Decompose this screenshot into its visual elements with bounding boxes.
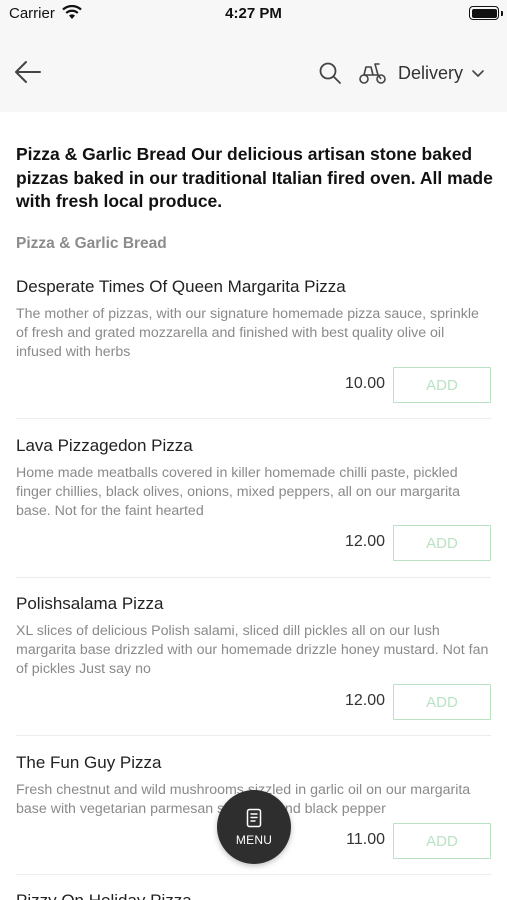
item-price-row: 12.00 ADD bbox=[231, 684, 491, 720]
menu-item[interactable]: Polishsalama Pizza XL slices of deliciou… bbox=[16, 593, 491, 720]
item-name: Polishsalama Pizza bbox=[16, 594, 164, 613]
divider bbox=[16, 735, 491, 736]
back-arrow-icon bbox=[15, 61, 41, 83]
divider bbox=[16, 874, 491, 875]
menu-fab-button[interactable]: MENU bbox=[217, 790, 291, 864]
category-description: Pizza & Garlic Bread Our delicious artis… bbox=[16, 144, 493, 211]
menu-fab-label: MENU bbox=[235, 832, 273, 847]
divider bbox=[16, 577, 491, 578]
scooter-icon bbox=[359, 63, 386, 84]
add-button[interactable]: ADD bbox=[393, 684, 491, 720]
menu-content[interactable]: Pizza & Garlic Bread Our delicious artis… bbox=[0, 112, 507, 900]
battery-cap bbox=[501, 11, 503, 16]
category-title: Pizza & Garlic Bread bbox=[16, 235, 167, 252]
clock: 4:27 PM bbox=[225, 5, 282, 22]
nav-bar: Delivery bbox=[0, 32, 507, 112]
battery-icon bbox=[469, 6, 499, 20]
delivery-label: Delivery bbox=[398, 62, 464, 83]
add-button[interactable]: ADD bbox=[393, 367, 491, 403]
menu-item[interactable]: Lava Pizzagedon Pizza Home made meatball… bbox=[16, 435, 491, 561]
item-price: 12.00 bbox=[344, 533, 385, 550]
menu-item[interactable]: Pizzy On Holiday Pizza bbox=[16, 890, 491, 900]
item-price-row: 10.00 ADD bbox=[231, 367, 491, 403]
search-button[interactable] bbox=[318, 61, 342, 85]
status-bar: Carrier 4:27 PM bbox=[0, 0, 507, 32]
item-description: The mother of pizzas, with our signature… bbox=[16, 306, 479, 360]
search-icon bbox=[319, 62, 341, 84]
item-name: Desperate Times Of Queen Margarita Pizza bbox=[16, 277, 346, 296]
item-price-row: 12.00 ADD bbox=[231, 525, 491, 561]
menu-book-icon bbox=[246, 808, 262, 827]
chevron-down-icon bbox=[472, 70, 484, 77]
menu-item[interactable]: Desperate Times Of Queen Margarita Pizza… bbox=[16, 276, 491, 403]
item-name: The Fun Guy Pizza bbox=[16, 753, 162, 772]
item-name: Lava Pizzagedon Pizza bbox=[16, 436, 193, 455]
back-button[interactable] bbox=[12, 58, 44, 86]
item-price: 12.00 bbox=[344, 692, 385, 709]
item-price: 10.00 bbox=[344, 375, 385, 392]
item-description: XL slices of delicious Polish salami, sl… bbox=[16, 623, 489, 677]
item-price: 11.00 bbox=[346, 831, 385, 848]
divider bbox=[16, 418, 491, 419]
item-name: Pizzy On Holiday Pizza bbox=[16, 890, 491, 900]
add-button[interactable]: ADD bbox=[393, 525, 491, 561]
delivery-mode-selector[interactable]: Delivery bbox=[358, 60, 485, 86]
add-button[interactable]: ADD bbox=[393, 823, 491, 859]
item-description: Home made meatballs covered in killer ho… bbox=[16, 465, 460, 519]
